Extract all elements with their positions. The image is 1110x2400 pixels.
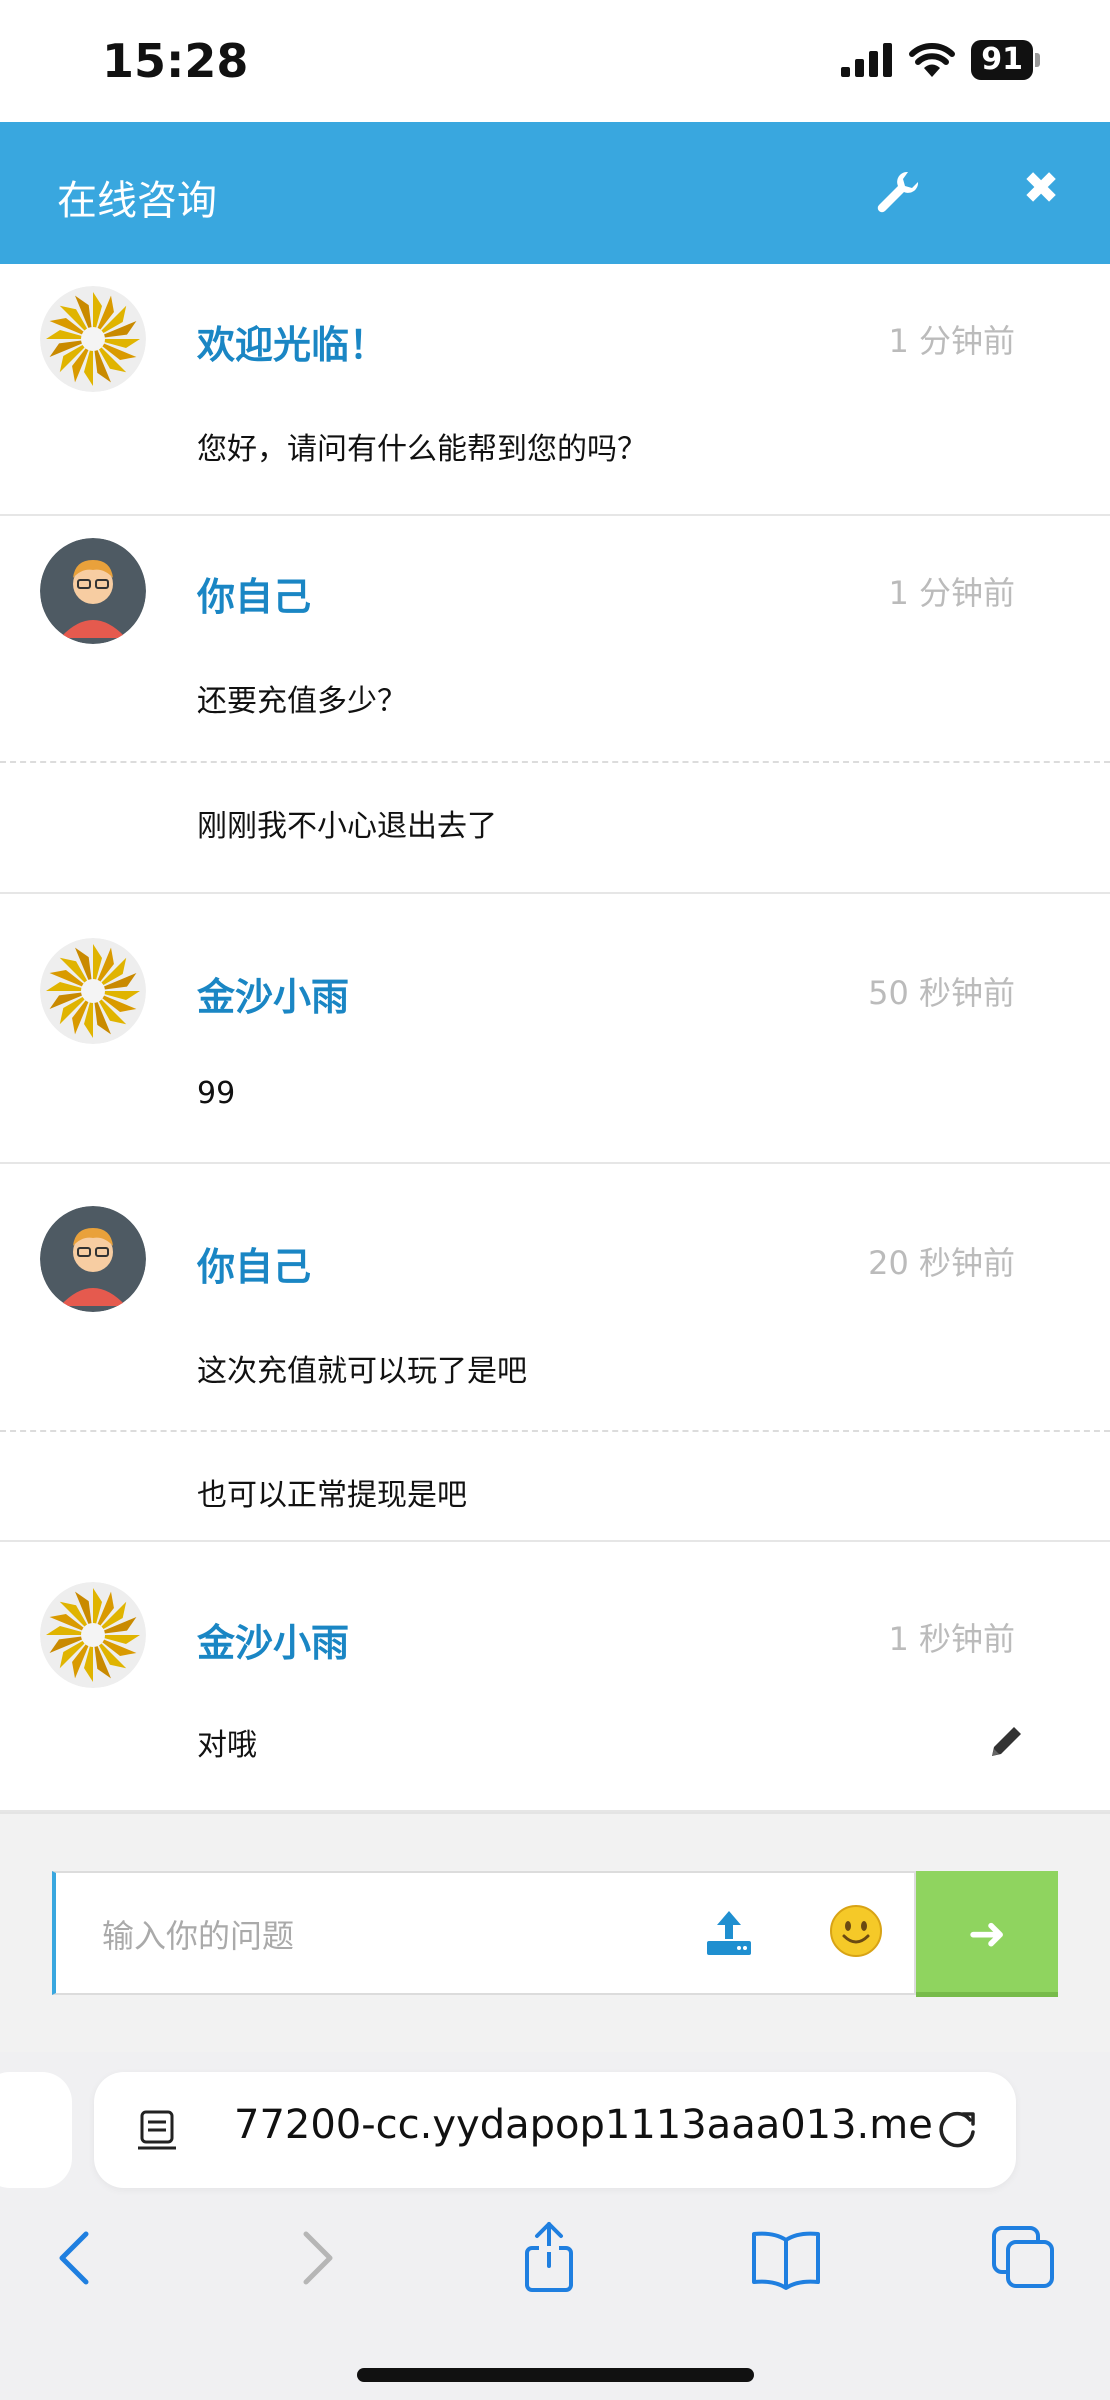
message-time: 1 秒钟前 [888, 1620, 1015, 1658]
message-time: 50 秒钟前 [868, 974, 1015, 1012]
message-divider [0, 761, 1110, 763]
sender-name: 金沙小雨 [197, 975, 350, 1019]
upload-icon[interactable] [701, 1905, 757, 1961]
wifi-icon [909, 43, 956, 77]
sunburst-avatar-icon [40, 1582, 146, 1688]
share-icon[interactable] [509, 2218, 589, 2298]
user-avatar [40, 1206, 146, 1312]
battery-tip [1035, 53, 1040, 67]
browser-nav-row [0, 2218, 1110, 2308]
message-divider [0, 1430, 1110, 1432]
message-time: 1 分钟前 [888, 322, 1015, 360]
home-indicator [357, 2368, 754, 2382]
battery-indicator: 91 [971, 40, 1033, 80]
message-item: 金沙小雨 50 秒钟前 99 [0, 894, 1110, 1164]
close-icon[interactable]: ✖ [1016, 164, 1066, 214]
message-text: 这次充值就可以玩了是吧 [197, 1354, 527, 1389]
message-text: 99 [197, 1076, 236, 1111]
sender-name: 你自己 [197, 575, 312, 619]
page-menu-icon[interactable] [136, 2108, 178, 2152]
agent-avatar [40, 286, 146, 392]
sunburst-avatar-icon [40, 938, 146, 1044]
sender-name: 金沙小雨 [197, 1621, 350, 1665]
message-text: 还要充值多少？ [197, 684, 407, 719]
forward-icon[interactable] [276, 2218, 356, 2298]
send-button[interactable]: ➜ [916, 1871, 1058, 1997]
tabs-icon[interactable] [984, 2218, 1064, 2298]
pencil-icon[interactable] [988, 1722, 1026, 1760]
input-placeholder: 输入你的问题 [102, 1917, 295, 1955]
chat-header: 在线咨询 ✖ [0, 122, 1110, 264]
sunburst-avatar-icon [40, 286, 146, 392]
message-time: 1 分钟前 [888, 574, 1015, 612]
status-bar: 15:28 91 [0, 0, 1110, 122]
sender-name: 你自己 [197, 1245, 312, 1289]
emoji-icon[interactable] [828, 1903, 884, 1959]
message-text: 对哦 [197, 1728, 257, 1763]
wrench-icon[interactable] [872, 166, 922, 216]
status-icons: 91 [841, 40, 1040, 80]
browser-toolbar: 77200-cc.yydapop1113aaa013.me [0, 2052, 1110, 2400]
message-item: 金沙小雨 1 秒钟前 对哦 [0, 1542, 1110, 1812]
message-list: 欢迎光临！ 1 分钟前 您好，请问有什么能帮到您的吗？ 你自己 1 分钟前 还要… [0, 264, 1110, 1812]
agent-avatar [40, 1582, 146, 1688]
previous-tab-preview[interactable] [0, 2072, 72, 2188]
page-title: 在线咨询 [57, 178, 217, 224]
message-item: 欢迎光临！ 1 分钟前 您好，请问有什么能帮到您的吗？ [0, 264, 1110, 516]
message-text: 您好，请问有什么能帮到您的吗？ [197, 432, 647, 467]
message-time: 20 秒钟前 [868, 1244, 1015, 1282]
person-avatar-icon [40, 538, 146, 644]
message-item: 你自己 1 分钟前 还要充值多少？ 刚刚我不小心退出去了 [0, 516, 1110, 894]
question-input[interactable]: 输入你的问题 [52, 1871, 916, 1995]
reload-icon[interactable] [932, 2104, 982, 2154]
message-text: 刚刚我不小心退出去了 [197, 809, 497, 844]
person-avatar-icon [40, 1206, 146, 1312]
address-bar[interactable]: 77200-cc.yydapop1113aaa013.me [94, 2072, 1016, 2188]
agent-avatar [40, 938, 146, 1044]
status-time: 15:28 [102, 34, 249, 88]
sender-name: 欢迎光临！ [197, 323, 388, 367]
url-text: 77200-cc.yydapop1113aaa013.me [234, 2102, 933, 2148]
chat-input-area: 输入你的问题 ➜ [0, 1812, 1110, 2052]
cellular-signal-icon [841, 43, 893, 77]
message-item: 你自己 20 秒钟前 这次充值就可以玩了是吧 也可以正常提现是吧 [0, 1164, 1110, 1542]
bookmarks-icon[interactable] [746, 2218, 826, 2298]
message-text: 也可以正常提现是吧 [197, 1478, 467, 1513]
user-avatar [40, 538, 146, 644]
back-icon[interactable] [36, 2218, 116, 2298]
